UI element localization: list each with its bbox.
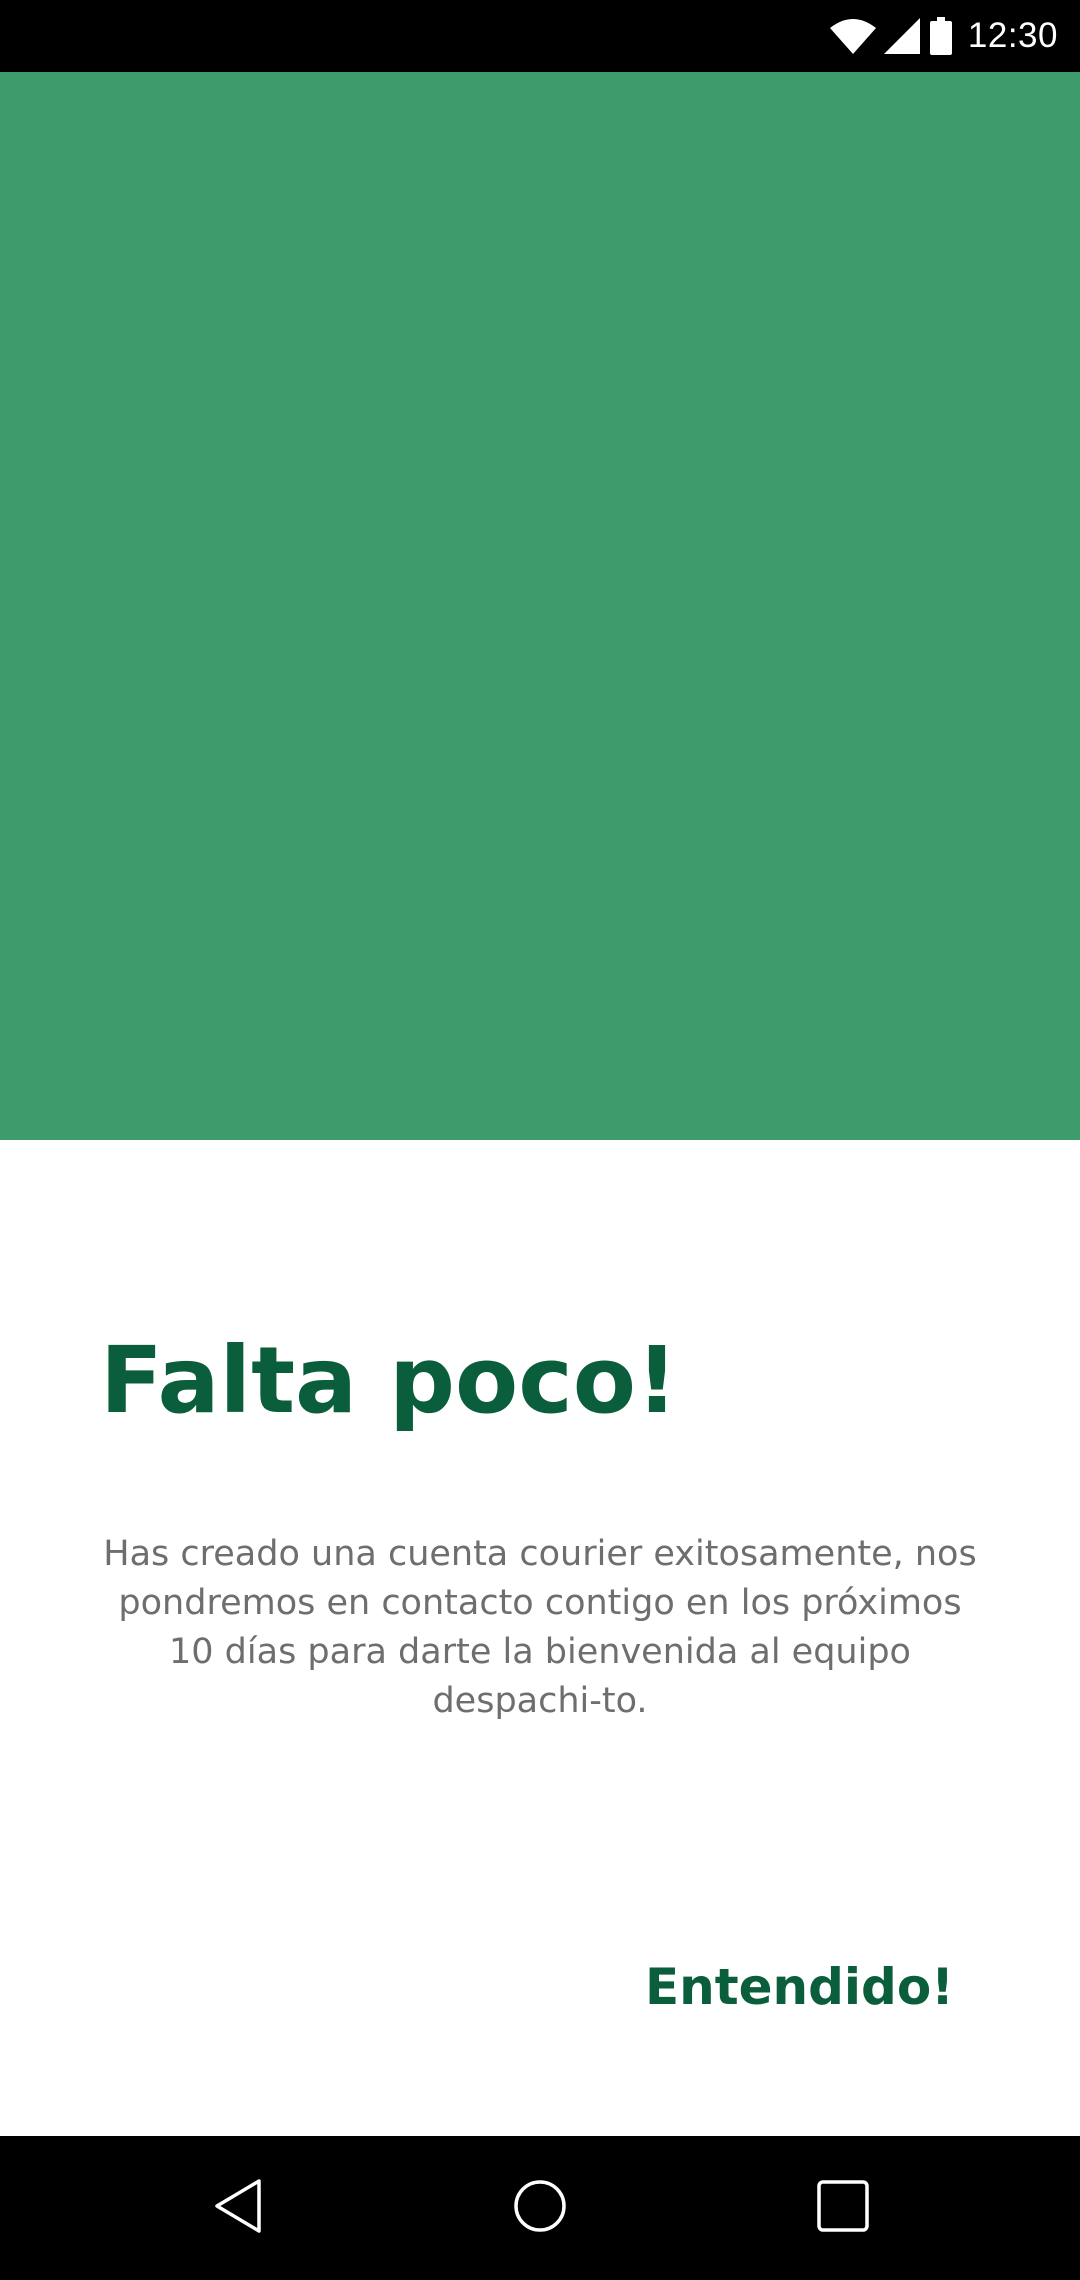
back-button[interactable]	[168, 2136, 308, 2280]
battery-icon	[929, 17, 952, 55]
wifi-icon	[829, 18, 876, 54]
recents-icon	[816, 2179, 870, 2237]
navigation-bar	[0, 2136, 1080, 2280]
confirm-button[interactable]: Entendido!	[629, 1946, 970, 2028]
screen: 12:30 Falta poco! Has creado una cuenta …	[0, 0, 1080, 2280]
status-icons: 12:30	[829, 0, 1058, 72]
home-button[interactable]	[470, 2136, 610, 2280]
hero-banner	[0, 72, 1080, 1140]
status-bar: 12:30	[0, 0, 1080, 72]
back-icon	[212, 2177, 264, 2239]
home-icon	[513, 2179, 567, 2237]
recents-button[interactable]	[773, 2136, 913, 2280]
status-time: 12:30	[967, 16, 1058, 55]
dialog-content: Falta poco! Has creado una cuenta courie…	[0, 1140, 1080, 2136]
confirmation-message: Has creado una cuenta courier exitosamen…	[103, 1534, 977, 1721]
page-title: Falta poco!	[100, 1327, 678, 1434]
cellular-signal-icon	[883, 18, 920, 54]
